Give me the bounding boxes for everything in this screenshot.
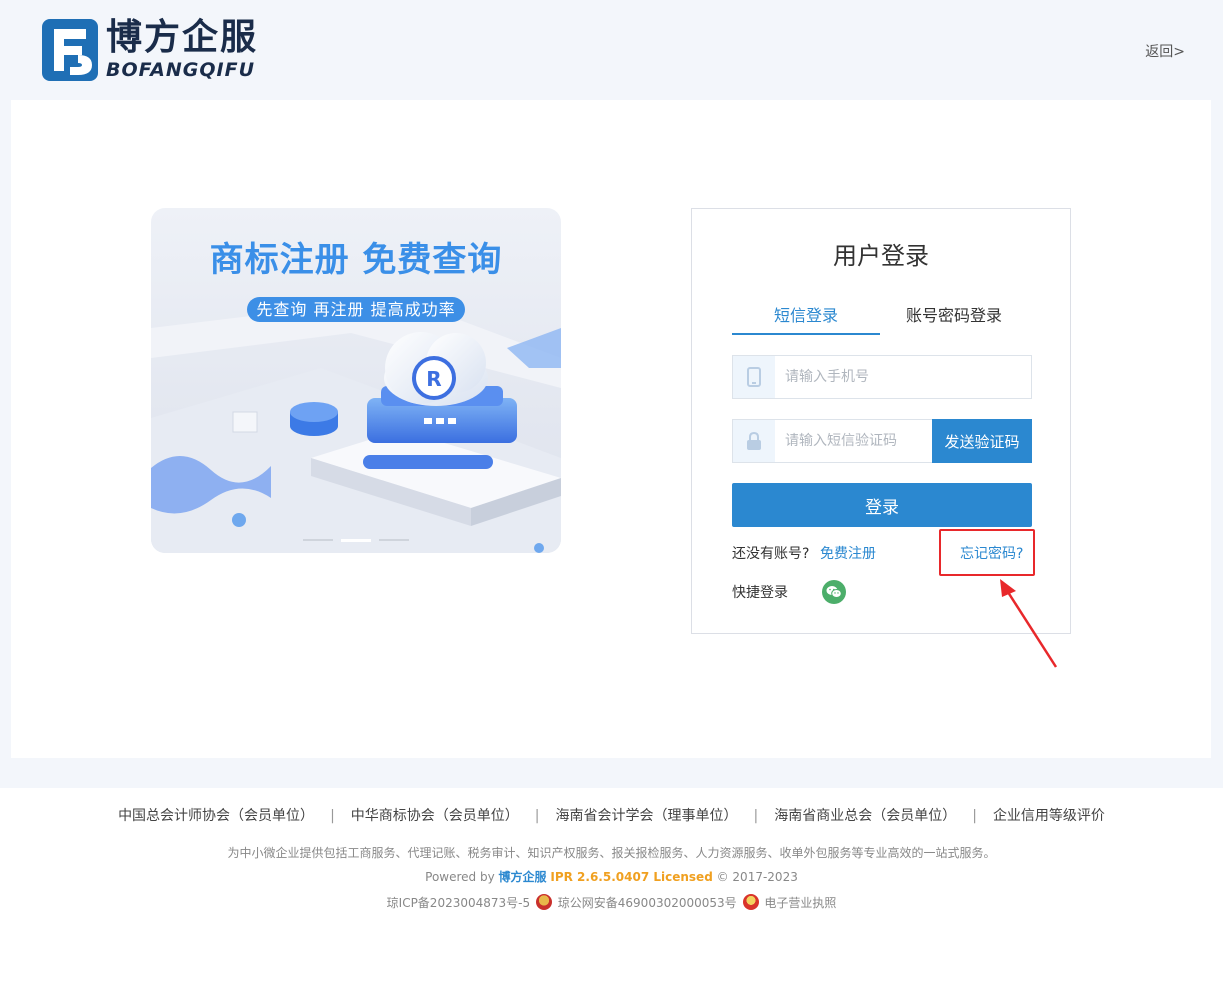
send-code-button[interactable]: 发送验证码 (932, 419, 1032, 463)
lock-icon-wrap (733, 420, 775, 462)
powered-prefix: Powered by (425, 870, 495, 884)
footer-description: 为中小微企业提供包括工商服务、代理记账、税务审计、知识产权服务、报关报检服务、人… (227, 846, 996, 860)
wechat-login-button[interactable] (822, 580, 846, 604)
phone-icon-wrap (733, 356, 775, 398)
svg-text:R: R (426, 367, 441, 391)
logo-english-name: BOFANGQIFU (106, 59, 255, 81)
carousel-dot[interactable] (379, 539, 409, 541)
police-badge-icon (535, 894, 552, 910)
login-title: 用户登录 (833, 242, 929, 270)
wechat-icon (826, 586, 842, 598)
partner-separator: | (330, 808, 335, 824)
partner-link[interactable]: 海南省商业总会（会员单位） (774, 808, 956, 824)
lock-icon (747, 431, 761, 450)
partner-link[interactable]: 海南省会计学会（理事单位） (556, 808, 738, 824)
tab-sms-login[interactable]: 短信登录 (732, 305, 880, 335)
police-record-link[interactable]: 琼公网安备46900302000053号 (558, 896, 737, 910)
carousel-dot-active[interactable] (341, 539, 371, 542)
carousel-indicators (303, 539, 413, 543)
phone-field (732, 355, 1032, 399)
carousel-dot[interactable] (303, 539, 333, 541)
brand-logo[interactable]: 博方企服 BOFANGQIFU (42, 17, 282, 83)
phone-icon (747, 367, 761, 387)
icp-record-link[interactable]: 琼ICP备2023004873号-5 (387, 896, 530, 910)
business-license-link[interactable]: 电子营业执照 (764, 896, 836, 910)
partner-link[interactable]: 中华商标协会（会员单位） (351, 808, 519, 824)
logo-chinese-name: 博方企服 (106, 17, 259, 58)
quick-login-label: 快捷登录 (732, 585, 788, 601)
register-link[interactable]: 免费注册 (820, 545, 876, 563)
sms-code-input[interactable] (775, 420, 933, 462)
powered-by-line: Powered by 博方企服 IPR 2.6.5.0407 Licensed … (0, 869, 1223, 885)
powered-brand[interactable]: 博方企服 (499, 870, 547, 884)
tab-password-login[interactable]: 账号密码登录 (880, 305, 1028, 335)
logo-mark-icon (42, 19, 98, 81)
partner-separator: | (972, 808, 977, 824)
partner-link[interactable]: 中国总会计师协会（会员单位） (118, 808, 314, 824)
banner-carousel[interactable]: R 商标注册 免费查询 先查询 再注册 提高成功率 (151, 208, 561, 553)
banner-title: 商标注册 免费查询 (209, 240, 503, 280)
annotation-highlight-box (939, 529, 1035, 576)
copyright: © 2017-2023 (716, 870, 798, 884)
phone-input[interactable] (775, 356, 1031, 398)
partner-links: 中国总会计师协会（会员单位） | 中华商标协会（会员单位） | 海南省会计学会（理事单位… (0, 807, 1223, 825)
license-badge-icon (742, 894, 759, 910)
footer: 中国总会计师协会（会员单位） | 中华商标协会（会员单位） | 海南省会计学会（理事单位… (0, 788, 1223, 986)
partner-separator: | (753, 808, 759, 824)
partner-link[interactable]: 企业信用等级评价 (993, 808, 1105, 824)
header: 博方企服 BOFANGQIFU 返回> (0, 0, 1223, 100)
login-button[interactable]: 登录 (732, 483, 1032, 527)
back-link[interactable]: 返回> (1145, 41, 1185, 61)
banner-subtitle: 先查询 再注册 提高成功率 (247, 297, 465, 322)
annotation-arrow-icon (1000, 579, 1058, 668)
partner-separator: | (534, 808, 540, 824)
sms-code-field: 发送验证码 (732, 419, 1032, 463)
no-account-text: 还没有账号? (732, 546, 810, 562)
powered-version: IPR 2.6.5.0407 Licensed (550, 870, 713, 884)
record-line: 琼ICP备2023004873号-5 琼公网安备46900302000053号 … (0, 894, 1223, 912)
